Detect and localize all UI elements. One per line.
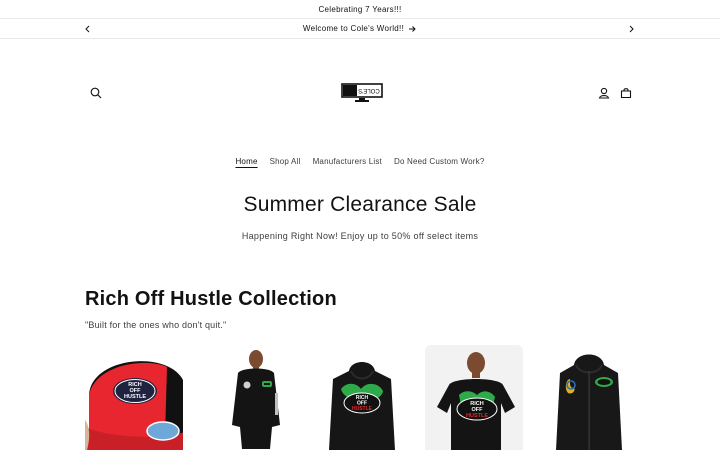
announcement-link[interactable]: Welcome to Cole's World!! [303,24,417,33]
product-card-hoodie-green-print[interactable]: RICH OFF HUSTLE [311,345,410,450]
announcement-bar-slider: Welcome to Cole's World!! [0,19,720,39]
announcement-bar-top: Celebrating 7 Years!!! [0,0,720,19]
search-icon[interactable] [87,84,105,102]
hoodie-print-line-3: HUSTLE [352,406,373,412]
product-image-zip-hoodie [537,345,637,450]
site-header: COLE'S [0,40,720,150]
banner-subtitle: Happening Right Now! Enjoy up to 50% off… [241,231,479,241]
collection-subtitle: "Built for the ones who don't quit." [85,320,227,330]
product-image-model-hoodie [198,345,297,450]
chevron-left-icon[interactable] [83,24,93,34]
tee-print-line-3: HUSTLE [466,413,488,419]
announcement-text-1: Celebrating 7 Years!!! [318,4,402,14]
product-card-zip-hoodie[interactable] [537,345,637,450]
main-menu: Home Shop All Manufacturers List Do Need… [0,155,720,168]
cart-icon[interactable] [617,84,635,102]
chevron-right-icon[interactable] [626,24,636,34]
arrow-right-icon [408,25,417,33]
announcement-text-2: Welcome to Cole's World!! [302,24,405,33]
menu-item-manufacturers-list[interactable]: Manufacturers List [313,155,382,168]
menu-item-custom-work[interactable]: Do Need Custom Work? [394,155,485,168]
logo-text: COLE'S [358,87,380,93]
banner-title: Summer Clearance Sale [243,193,477,216]
account-icon[interactable] [595,84,613,102]
product-image-hoodie-green-print: RICH OFF HUSTLE [311,345,410,450]
product-card-model-hoodie[interactable] [198,345,297,450]
product-card-hat[interactable]: RICH OFF HUSTLE [85,345,184,450]
product-grid: RICH OFF HUSTLE RICH OFF HUSTLE RICH OFF… [85,345,637,450]
store-logo[interactable]: COLE'S [340,82,384,104]
product-image-hat: RICH OFF HUSTLE [85,345,184,450]
product-image-model-tee: RICH OFF HUSTLE [436,352,515,450]
menu-item-home[interactable]: Home [235,155,257,168]
product-card-model-tee[interactable]: RICH OFF HUSTLE [424,345,523,450]
hat-print-line-3: HUSTLE [124,394,146,400]
collection-title: Rich Off Hustle Collection [85,288,337,310]
menu-item-shop-all[interactable]: Shop All [270,155,301,168]
